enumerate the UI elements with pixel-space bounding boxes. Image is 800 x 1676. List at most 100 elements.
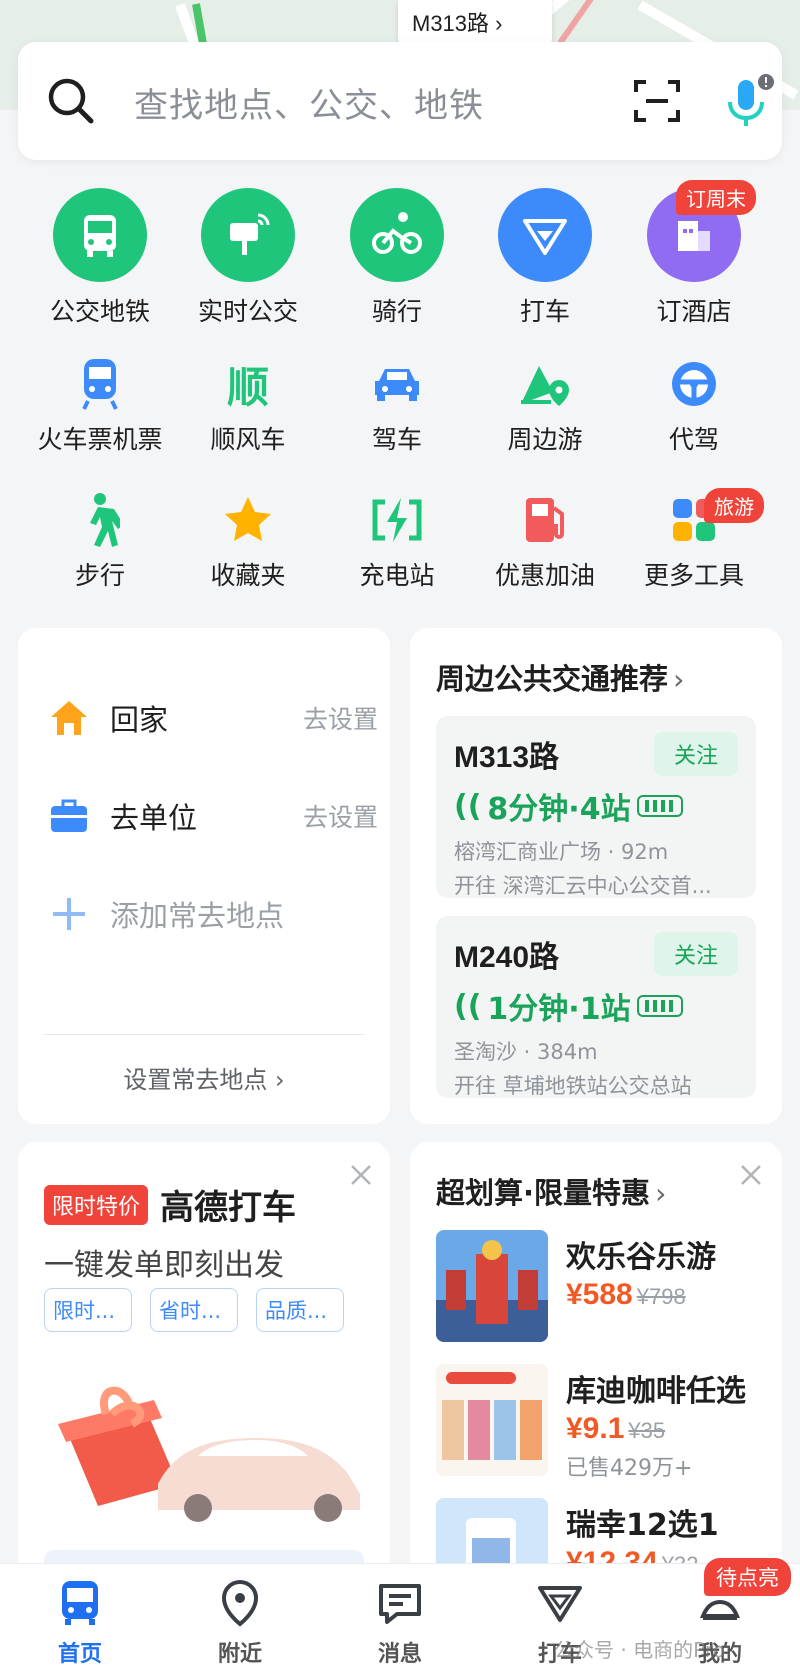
transit-route-item[interactable]: M240路 关注 ((1分钟·1站 圣淘沙 · 384m 开往 草埔地铁站公交总… <box>436 916 756 1098</box>
quick-label: 订酒店 <box>656 297 732 326</box>
promo-tag: 限时特价 <box>44 1184 149 1225</box>
deals-card: 超划算·限量特惠 › 欢乐谷乐游 ¥588 ¥798 库迪咖啡任选 ¥9.1 ¥35… <box>410 1142 782 1582</box>
fav-add[interactable]: 添加常去地点 <box>48 884 378 944</box>
route-eta: ((8分钟·4站 <box>454 784 738 828</box>
quick-label: 打车 <box>519 297 570 326</box>
tab-label: 附近 <box>217 1642 262 1667</box>
gift-car-illustration <box>58 1386 360 1522</box>
walk-icon <box>70 490 130 550</box>
quick-drive[interactable]: 驾车 <box>317 354 477 456</box>
quick-label: 实时公交 <box>197 297 298 326</box>
quick-label: 骑行 <box>371 297 422 326</box>
promo-chip[interactable]: 限时... <box>44 1288 132 1332</box>
quick-favorites[interactable]: 收藏夹 <box>168 490 328 592</box>
quick-nearby-trip[interactable]: 周边游 <box>465 354 625 456</box>
chevron-right-icon: › <box>275 1066 285 1094</box>
tab-home[interactable]: 首页 <box>20 1578 140 1668</box>
bicycle-icon <box>350 188 444 282</box>
more-tools-badge: 旅游 <box>704 488 764 523</box>
fav-work-set[interactable]: 去设置 <box>303 798 378 834</box>
quick-bus-metro[interactable]: 公交地铁 <box>20 188 180 328</box>
search-bar[interactable]: 查找地点、公交、地铁 <box>18 42 782 160</box>
route-direction: 开往 草埔地铁站公交总站 <box>454 1074 692 1098</box>
mine-badge: 待点亮 <box>704 1558 791 1596</box>
promo-chip[interactable]: 省时... <box>150 1288 238 1332</box>
message-icon <box>379 1584 421 1624</box>
fav-home-label: 回家 <box>110 703 169 737</box>
fav-work-label: 去单位 <box>110 801 198 835</box>
transit-title: 周边公共交通推荐 <box>436 662 669 696</box>
follow-button[interactable]: 关注 <box>653 932 738 976</box>
close-icon[interactable] <box>350 1164 372 1186</box>
carpool-icon: 顺 <box>226 362 269 412</box>
quick-label: 充电站 <box>359 561 435 590</box>
divider <box>44 1034 364 1035</box>
promo-subtitle: 一键发单即刻出发 <box>44 1248 284 1283</box>
car-icon <box>367 354 427 414</box>
route-stop: 圣淘沙 · 384m <box>454 1040 598 1064</box>
tab-messages[interactable]: 消息 <box>340 1578 460 1668</box>
quick-label: 驾车 <box>371 425 422 454</box>
deal-item[interactable]: 欢乐谷乐游 ¥588 ¥798 <box>436 1230 766 1342</box>
search-icon <box>48 78 94 124</box>
quick-fuel[interactable]: 优惠加油 <box>465 490 625 592</box>
realtime-signal-icon: (( <box>454 988 482 1024</box>
bottom-tab-bar: 首页 附近 消息 打车 我的 待点亮 公众号 · 电商的Pro <box>0 1558 800 1676</box>
quick-train-flight[interactable]: 火车票机票 <box>20 354 180 456</box>
deal-item[interactable]: 库迪咖啡任选 ¥9.1 ¥35 已售429万+ <box>436 1364 766 1481</box>
location-pin-icon <box>221 1579 259 1627</box>
deal-name: 欢乐谷乐游 <box>566 1240 716 1275</box>
deal-thumbnail <box>436 1364 548 1476</box>
deal-price-value: ¥9.1 <box>566 1412 625 1445</box>
close-icon[interactable] <box>740 1164 762 1186</box>
taxi-icon <box>498 188 592 282</box>
plus-icon <box>48 893 90 935</box>
scan-icon[interactable] <box>632 76 682 126</box>
quick-more-tools[interactable]: 旅游 更多工具 <box>614 488 774 592</box>
tab-label: 首页 <box>57 1642 102 1667</box>
favorites-card: 回家 去设置 去单位 去设置 添加常去地点 设置常去地点 › <box>18 628 390 1124</box>
quick-cycling[interactable]: 骑行 <box>317 188 477 328</box>
route-eta-text: 1分钟·1站 <box>487 992 631 1027</box>
briefcase-icon <box>48 795 90 837</box>
follow-button[interactable]: 关注 <box>653 732 738 776</box>
fav-home[interactable]: 回家 去设置 <box>48 688 378 748</box>
tab-nearby[interactable]: 附近 <box>180 1578 300 1668</box>
fav-add-label: 添加常去地点 <box>110 899 285 933</box>
quick-label: 步行 <box>74 561 125 590</box>
promo-chip[interactable]: 品质... <box>256 1288 344 1332</box>
quick-taxi[interactable]: 打车 <box>465 188 625 328</box>
quick-hotel[interactable]: 订周末 订酒店 <box>614 180 774 328</box>
deals-title-link[interactable]: 超划算·限量特惠 › <box>436 1170 666 1212</box>
quick-chauffeur[interactable]: 代驾 <box>614 354 774 456</box>
tab-label: 消息 <box>377 1642 422 1667</box>
quick-carpool[interactable]: 顺 顺风车 <box>168 354 328 456</box>
search-placeholder[interactable]: 查找地点、公交、地铁 <box>134 78 484 127</box>
star-icon <box>218 490 278 550</box>
realtime-bus-icon <box>201 188 295 282</box>
quick-walk[interactable]: 步行 <box>20 490 180 592</box>
quick-label: 收藏夹 <box>210 561 286 590</box>
map-route-tag-label: M313路 <box>412 11 490 36</box>
voice-mic-icon[interactable] <box>718 72 776 130</box>
quick-charging[interactable]: 充电站 <box>317 490 477 592</box>
charging-icon <box>367 490 427 550</box>
promo-title: 高德打车 <box>160 1188 297 1228</box>
steering-wheel-icon <box>664 354 724 414</box>
taxi-promo-card[interactable]: 限时特价 高德打车 一键发单即刻出发 限时... 省时... 品质... <box>18 1142 390 1582</box>
transit-title-link[interactable]: 周边公共交通推荐 › <box>436 656 684 698</box>
route-eta-text: 8分钟·4站 <box>487 792 631 827</box>
quick-label: 火车票机票 <box>37 425 163 454</box>
set-frequent-places-link[interactable]: 设置常去地点 › <box>18 1060 390 1095</box>
quick-realtime-bus[interactable]: 实时公交 <box>168 188 328 328</box>
transit-route-item[interactable]: M313路 关注 ((8分钟·4站 榕湾汇商业广场 · 92m 开往 深湾汇云中… <box>436 716 756 898</box>
deal-original-price: ¥798 <box>636 1284 686 1309</box>
set-frequent-places-label: 设置常去地点 <box>123 1066 268 1094</box>
bus-icon <box>62 1581 98 1625</box>
bus-icon <box>53 188 147 282</box>
fav-home-set[interactable]: 去设置 <box>303 700 378 736</box>
home-icon <box>48 697 90 739</box>
fav-work[interactable]: 去单位 去设置 <box>48 786 378 846</box>
route-stop: 榕湾汇商业广场 · 92m <box>454 840 669 864</box>
chevron-right-icon: › <box>655 1177 667 1210</box>
